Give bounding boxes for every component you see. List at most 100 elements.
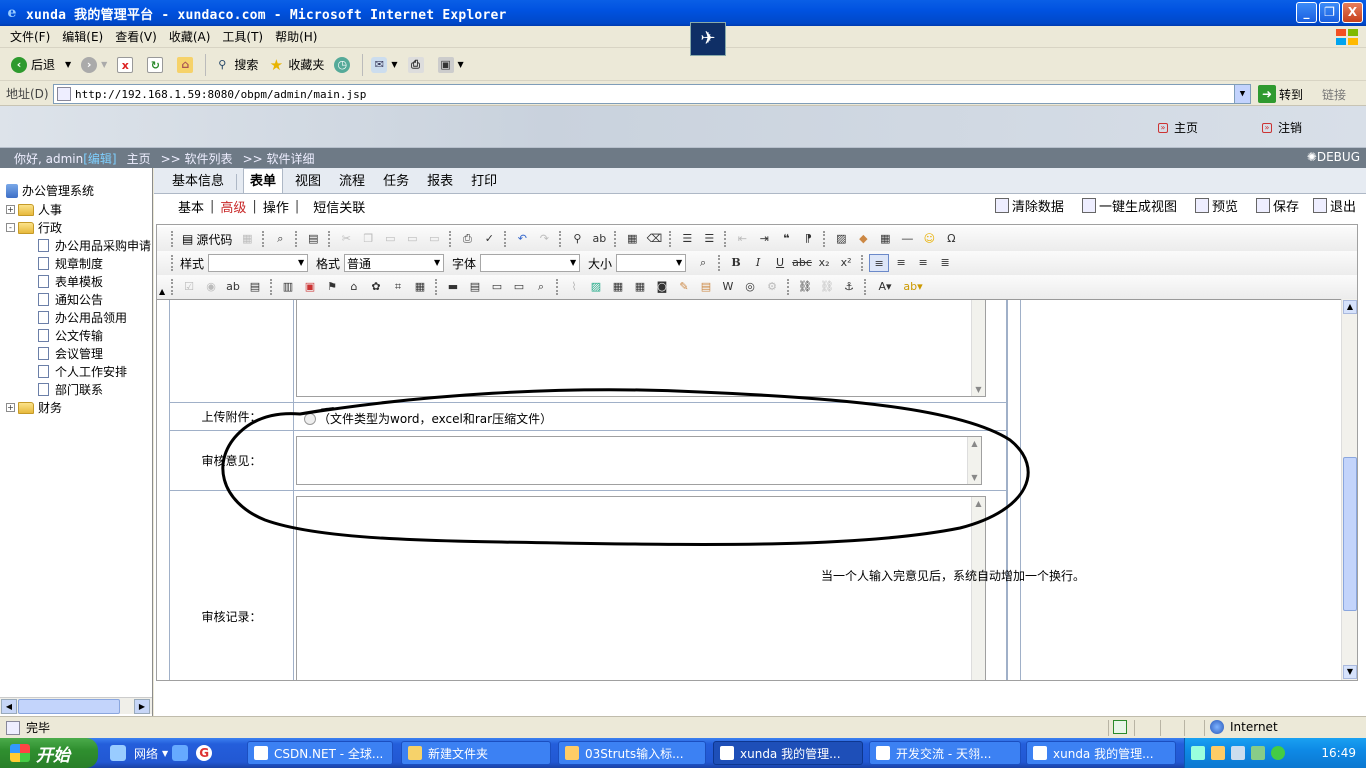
search-button[interactable]: ⚲ 搜索 [209, 52, 263, 78]
home-button[interactable]: ⌂ [172, 52, 202, 78]
tray-volume-icon[interactable] [1251, 746, 1265, 760]
textarea-icon[interactable]: ▤ [245, 278, 265, 296]
taskbar-item[interactable]: 新建文件夹 [401, 741, 551, 765]
superscript-icon[interactable]: x² [836, 254, 856, 272]
unlink-icon[interactable]: ⛓ [817, 278, 837, 296]
link-icon[interactable]: ⛓ [795, 278, 815, 296]
format-select[interactable]: 普通 ▼ [344, 254, 445, 272]
camera-icon[interactable]: ◙ [652, 278, 672, 296]
undo-icon[interactable]: ↶ [512, 230, 532, 248]
replace-icon[interactable]: ab [589, 230, 609, 248]
forward-button[interactable]: › ▼ [76, 52, 112, 78]
tree-leaf[interactable]: 办公用品领用 [38, 309, 127, 326]
tab-print[interactable]: 打印 [465, 171, 503, 193]
review-opinion-textarea[interactable]: ▲ ▼ [296, 436, 982, 485]
bold-icon[interactable]: B [726, 254, 746, 272]
upload-control[interactable]: （文件类型为word，excel和rar压缩文件） [304, 410, 552, 427]
include-icon[interactable]: ▦ [608, 278, 628, 296]
mail-button[interactable]: ✉ ▼ [366, 52, 402, 78]
tree-node-finance[interactable]: + 财务 [6, 399, 62, 416]
favorites-button[interactable]: ★ 收藏夹 [263, 52, 329, 78]
textarea-scrollbar[interactable]: ▲ [971, 497, 985, 680]
web-field-icon[interactable]: ◎ [740, 278, 760, 296]
strikethrough-icon[interactable]: abc [792, 254, 812, 272]
save-doc-icon[interactable]: ▦ [237, 230, 257, 248]
image-icon[interactable]: ▨ [831, 230, 851, 248]
menu-tools[interactable]: 工具(T) [216, 28, 269, 45]
settings-icon[interactable]: ⚙ [762, 278, 782, 296]
zoom-icon[interactable]: ⌕ [531, 278, 551, 296]
spellcheck-icon[interactable]: ✓ [479, 230, 499, 248]
word-field-icon[interactable]: W [718, 278, 738, 296]
horizontal-rule-icon[interactable]: ― [897, 230, 917, 248]
taskbar-item-active[interactable]: xunda 我的管理... [713, 741, 863, 765]
subtab-advanced[interactable]: 高级 [216, 197, 250, 216]
menu-favorites[interactable]: 收藏(A) [163, 28, 217, 45]
align-center-icon[interactable]: ≡ [891, 254, 911, 272]
layout-icon[interactable]: ▤ [465, 278, 485, 296]
bulleted-list-icon[interactable]: ☰ [699, 230, 719, 248]
radio-icon[interactable]: ◉ [201, 278, 221, 296]
scroll-down-icon[interactable]: ▼ [968, 471, 981, 484]
start-button[interactable]: 开始 [0, 738, 98, 768]
anchor-icon[interactable]: ⚓ [839, 278, 859, 296]
style-select[interactable]: ▼ [208, 254, 309, 272]
tree-node-admin[interactable]: - 行政 [6, 219, 62, 236]
tree-leaf[interactable]: 规章制度 [38, 255, 103, 272]
preview-button[interactable]: 预览 [1194, 196, 1238, 215]
tree-leaf[interactable]: 通知公告 [38, 291, 103, 308]
print-button[interactable]: ⎙ [403, 52, 433, 78]
tray-ime-icon[interactable] [1211, 746, 1225, 760]
checkbox-icon[interactable]: ☑ [179, 278, 199, 296]
editor-vertical-scrollbar[interactable]: ▲ ▼ [1341, 299, 1357, 680]
tab-task[interactable]: 任务 [377, 171, 415, 193]
background-color-icon[interactable]: ab▾ [900, 278, 926, 296]
tab-flow[interactable]: 流程 [333, 171, 371, 193]
tree-leaf[interactable]: 部门联系 [38, 381, 103, 398]
stop-button[interactable]: x [112, 52, 142, 78]
paste-icon[interactable]: ▭ [380, 230, 400, 248]
network-dropdown-icon[interactable]: ▼ [162, 749, 168, 758]
department-field-icon[interactable]: ⚑ [322, 278, 342, 296]
date-field-icon[interactable]: ▣ [300, 278, 320, 296]
collapse-toolbar-icon[interactable]: ▲ [159, 287, 165, 296]
tree-field-icon[interactable]: ✿ [366, 278, 386, 296]
cut-icon[interactable]: ✂ [336, 230, 356, 248]
numbered-list-icon[interactable]: ☰ [677, 230, 697, 248]
tab-basic-info[interactable]: 基本信息 [166, 171, 230, 193]
clear-data-button[interactable]: 清除数据 [994, 196, 1064, 215]
font-select[interactable]: ▼ [480, 254, 581, 272]
header-home-link[interactable]: » 主页 [1158, 119, 1198, 136]
subtab-basic[interactable]: 基本 [174, 197, 208, 216]
find-icon[interactable]: ⚲ [567, 230, 587, 248]
blockquote-icon[interactable]: ❝ [776, 230, 796, 248]
line-icon[interactable]: ▬ [443, 278, 463, 296]
menu-file[interactable]: 文件(F) [4, 28, 56, 45]
underline-icon[interactable]: U [770, 254, 790, 272]
breadcrumb-software-list[interactable]: >> 软件列表 [161, 150, 233, 167]
taskbar-item[interactable]: 开发交流 - 天翎... [869, 741, 1021, 765]
tab-report[interactable]: 报表 [421, 171, 459, 193]
bank-field-icon[interactable]: ⌂ [344, 278, 364, 296]
component-icon[interactable]: ▦ [410, 278, 430, 296]
print-doc-icon[interactable]: ⎙ [457, 230, 477, 248]
scroll-thumb[interactable] [1343, 457, 1357, 611]
expand-icon[interactable]: + [6, 403, 15, 412]
flash-icon[interactable]: ◆ [853, 230, 873, 248]
size-select[interactable]: ▼ [616, 254, 687, 272]
attachment-icon[interactable]: ⌇ [564, 278, 584, 296]
address-input[interactable]: http://192.168.1.59:8080/obpm/admin/main… [53, 84, 1251, 104]
show-blocks-icon[interactable]: ⌕ [693, 254, 713, 272]
scroll-up-icon[interactable]: ▲ [972, 497, 985, 510]
textfield-icon[interactable]: ab [223, 278, 243, 296]
tab-view[interactable]: 视图 [289, 171, 327, 193]
subtab-sms[interactable]: 短信关联 [309, 197, 369, 216]
debug-link[interactable]: ✺DEBUG [1307, 150, 1360, 164]
save-button[interactable]: 保存 [1255, 196, 1299, 215]
div-icon[interactable]: ⁋ [798, 230, 818, 248]
editor-content-area[interactable]: ▼ 上传附件： （文件类型为word，excel和rar压缩文件） 审核意见： … [157, 299, 1357, 680]
taskbar-item[interactable]: xunda 我的管理... [1026, 741, 1176, 765]
redo-icon[interactable]: ↷ [534, 230, 554, 248]
italic-icon[interactable]: I [748, 254, 768, 272]
paste-word-icon[interactable]: ▭ [424, 230, 444, 248]
